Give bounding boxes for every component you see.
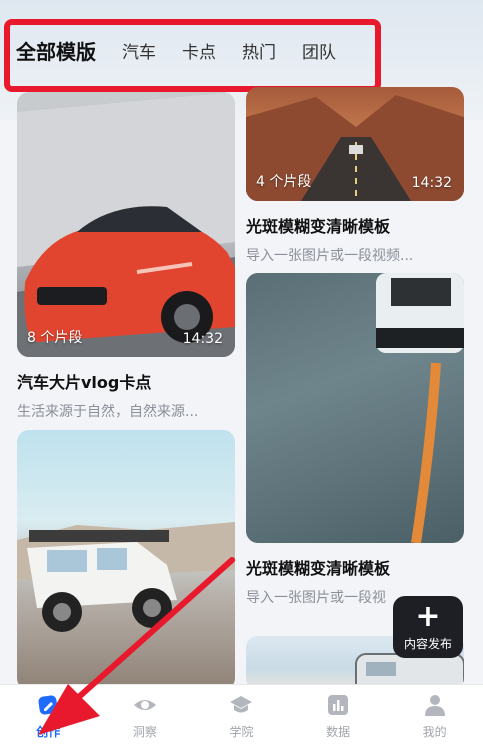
card-title: 光斑模糊变清晰模板 xyxy=(246,559,391,578)
jeep-thumbnail-image xyxy=(17,522,235,632)
user-icon xyxy=(424,695,445,716)
bottom-nav: 创作 洞察 学院 数据 我的 xyxy=(0,684,483,756)
nav-item-profile[interactable]: 我的 xyxy=(386,685,483,756)
template-thumbnail[interactable]: 8 个片段 14:32 xyxy=(17,92,235,357)
plus-icon: + xyxy=(415,598,441,634)
template-thumbnail[interactable] xyxy=(246,273,464,543)
nav-label: 洞察 xyxy=(132,725,157,739)
template-card-jeep[interactable] xyxy=(17,430,235,690)
template-card-car[interactable]: 8 个片段 14:32 汽车大片vlog卡点 生活来源于自然，自然来源... xyxy=(17,92,235,421)
car-thumbnail-image xyxy=(17,92,235,357)
nav-label: 创作 xyxy=(36,725,61,739)
eye-icon xyxy=(133,700,156,710)
publish-label: 内容发布 xyxy=(403,636,452,651)
duration: 14:32 xyxy=(411,175,452,191)
card-title: 汽车大片vlog卡点 xyxy=(17,373,152,392)
blur-thumbnail-image xyxy=(376,273,464,543)
nav-item-insight[interactable]: 洞察 xyxy=(97,685,194,756)
template-card-road[interactable]: 4 个片段 14:32 光斑模糊变清晰模板 导入一张图片或一段视频... xyxy=(246,87,464,265)
bar-chart-icon xyxy=(328,695,349,715)
card-title: 光斑模糊变清晰模板 xyxy=(246,217,391,236)
create-icon xyxy=(38,695,58,715)
segment-count: 8 个片段 xyxy=(27,330,83,346)
graduation-cap-icon xyxy=(230,696,253,713)
card-description: 导入一张图片或一段视频... xyxy=(246,248,414,264)
nav-item-data[interactable]: 数据 xyxy=(290,685,387,756)
duration: 14:32 xyxy=(182,331,223,347)
template-card-blur[interactable]: 光斑模糊变清晰模板 导入一张图片或一段视 xyxy=(246,273,464,607)
nav-label: 学院 xyxy=(229,725,254,739)
template-thumbnail[interactable] xyxy=(17,430,235,690)
card-description: 生活来源于自然，自然来源... xyxy=(17,404,199,420)
publish-content-button[interactable]: + 内容发布 xyxy=(393,596,463,658)
annotation-highlight-box xyxy=(4,19,381,92)
template-thumbnail[interactable]: 4 个片段 14:32 xyxy=(246,87,464,201)
nav-item-create[interactable]: 创作 xyxy=(0,685,97,756)
nav-label: 我的 xyxy=(422,725,447,739)
nav-item-academy[interactable]: 学院 xyxy=(193,685,290,756)
segment-count: 4 个片段 xyxy=(256,174,312,190)
nav-label: 数据 xyxy=(326,725,351,739)
